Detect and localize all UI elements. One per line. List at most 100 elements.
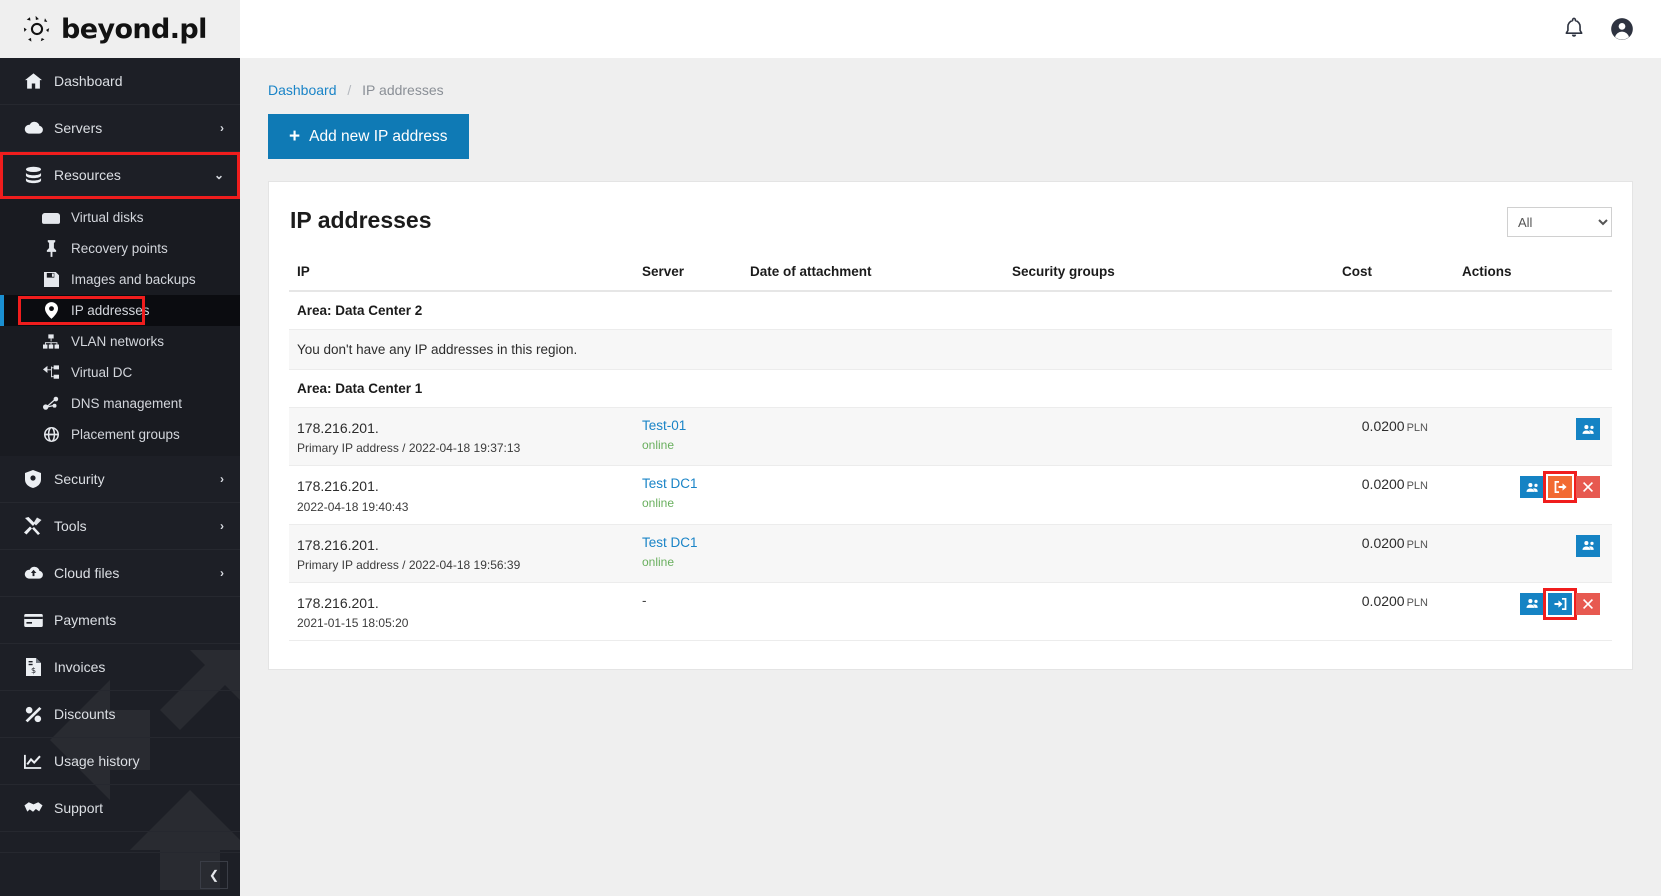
cloud-upload-icon (22, 563, 44, 583)
home-icon (22, 71, 44, 91)
tools-icon (22, 516, 44, 536)
detach-arrow-icon (1554, 481, 1567, 494)
table-row: 178.216.201. Primary IP address / 2022-0… (289, 407, 1612, 467)
chevron-right-icon: › (220, 566, 224, 580)
chevron-right-icon: › (220, 121, 224, 135)
sidebar-item-label: Recovery points (71, 241, 168, 256)
manage-security-groups-button[interactable] (1576, 418, 1600, 440)
delete-ip-button[interactable] (1576, 592, 1600, 615)
server-link[interactable]: Test-01 (642, 418, 734, 433)
sidebar-item-tools[interactable]: Tools › (0, 503, 240, 550)
ip-address-meta: Primary IP address / 2022-04-18 19:56:39 (297, 557, 521, 572)
plus-icon: + (289, 126, 301, 147)
users-icon (1581, 541, 1594, 550)
sidebar-item-dashboard[interactable]: Dashboard (0, 58, 240, 105)
invoice-icon: $ (22, 657, 44, 677)
sidebar-item-label: Support (54, 800, 104, 816)
server-link[interactable]: Test DC1 (642, 476, 734, 491)
sidebar-item-placement-groups[interactable]: Placement groups (0, 419, 240, 450)
users-icon (1525, 482, 1538, 492)
sidebar-item-invoices[interactable]: $ Invoices (0, 644, 240, 691)
cell-actions (1454, 465, 1612, 525)
sidebar-subnav-resources: Virtual disks Recovery points Images and… (0, 199, 240, 456)
server-link[interactable]: Test DC1 (642, 535, 734, 550)
ip-addresses-card: IP addresses All IP Server Date of attac… (268, 181, 1633, 671)
sidebar-collapse-row: ❮ (0, 852, 240, 896)
sidebar-item-usage-history[interactable]: Usage history (0, 738, 240, 785)
sidebar-item-images-and-backups[interactable]: Images and backups (0, 264, 240, 295)
sidebar-item-security[interactable]: Security › (0, 456, 240, 503)
cell-ip: 178.216.201. 2022-04-18 19:40:43 (289, 465, 634, 525)
pin-icon (40, 240, 62, 258)
sidebar-item-ip-addresses[interactable]: IP addresses (0, 295, 240, 326)
sidebar: beyond.pl Dashboard Servers › Resources … (0, 0, 240, 896)
card-header: IP addresses All (289, 202, 1612, 253)
table-row: 178.216.201. Primary IP address / 2022-0… (289, 524, 1612, 583)
brand-name: beyond.pl (61, 13, 207, 45)
sidebar-item-label: DNS management (71, 396, 183, 411)
cost-currency: PLN (1406, 480, 1428, 493)
server-state: online (642, 554, 675, 569)
column-header-date: Date of attachment (742, 253, 1004, 292)
ip-address-meta: 2022-04-18 19:40:43 (297, 499, 409, 514)
cell-server: Test DC1 online (634, 524, 742, 583)
sidebar-item-label: Placement groups (71, 427, 180, 442)
sidebar-item-label: Security (54, 471, 105, 487)
svg-text:$: $ (30, 666, 35, 675)
ip-address-value: 178.216.201. (297, 536, 379, 553)
sidebar-item-label: Virtual DC (71, 365, 133, 380)
ip-address-value: 178.216.201. (297, 478, 379, 495)
table-body: Area: Data Center 2 You don't have any I… (289, 291, 1612, 642)
sidebar-item-resources[interactable]: Resources ⌄ (0, 152, 240, 199)
area-label: Area: Data Center 1 (289, 369, 1612, 408)
sidebar-item-payments[interactable]: Payments (0, 597, 240, 644)
attach-ip-button[interactable] (1543, 587, 1577, 620)
sidebar-item-virtual-disks[interactable]: Virtual disks (0, 202, 240, 233)
action-button-group (1520, 471, 1600, 504)
sidebar-item-label: Usage history (54, 753, 140, 769)
manage-security-groups-button[interactable] (1576, 534, 1600, 557)
cell-actions (1454, 524, 1612, 583)
brand[interactable]: beyond.pl (0, 0, 240, 58)
sidebar-item-discounts[interactable]: Discounts (0, 691, 240, 738)
add-new-ip-address-button[interactable]: + Add new IP address (268, 114, 469, 159)
sidebar-item-virtual-dc[interactable]: Virtual DC (0, 357, 240, 388)
network-icon (40, 333, 62, 351)
cell-ip: 178.216.201. Primary IP address / 2022-0… (289, 524, 634, 583)
area-filter-select[interactable]: All (1507, 207, 1612, 237)
cloud-icon (22, 118, 44, 138)
page-title: IP addresses (290, 207, 432, 233)
sidebar-item-cloud-files[interactable]: Cloud files › (0, 550, 240, 597)
beyond-logo-icon (23, 15, 50, 42)
delete-ip-button[interactable] (1576, 476, 1600, 499)
sidebar-item-recovery-points[interactable]: Recovery points (0, 233, 240, 264)
sidebar-collapse-button[interactable]: ❮ (200, 860, 228, 889)
action-button-group (1576, 534, 1600, 557)
main-area: Dashboard / IP addresses + Add new IP ad… (240, 0, 1661, 896)
detach-ip-button[interactable] (1543, 471, 1577, 504)
cell-security-groups (1004, 582, 1334, 642)
user-avatar-icon[interactable] (1609, 16, 1635, 42)
globe-icon (40, 426, 62, 444)
cost-currency: PLN (1406, 538, 1428, 551)
manage-security-groups-button[interactable] (1520, 476, 1544, 499)
breadcrumb-dashboard-link[interactable]: Dashboard (268, 82, 337, 98)
sidebar-nav: Dashboard Servers › Resources ⌄ Virtual … (0, 58, 240, 852)
server-empty-value: - (642, 592, 647, 608)
sidebar-item-vlan-networks[interactable]: VLAN networks (0, 326, 240, 357)
sidebar-item-servers[interactable]: Servers › (0, 105, 240, 152)
sidebar-item-label: Payments (54, 612, 117, 628)
area-label: Area: Data Center 2 (289, 291, 1612, 330)
bell-icon[interactable] (1561, 16, 1587, 42)
sidebar-item-support[interactable]: Support (0, 785, 240, 832)
cell-ip: 178.216.201. 2021-01-15 18:05:20 (289, 582, 634, 642)
cell-actions (1454, 407, 1612, 467)
manage-security-groups-button[interactable] (1520, 592, 1544, 615)
table-row: 178.216.201. 2021-01-15 18:05:20 - 0.020… (289, 582, 1612, 642)
app-root: beyond.pl Dashboard Servers › Resources … (0, 0, 1661, 896)
sidebar-item-dns-management[interactable]: DNS management (0, 388, 240, 419)
cell-server: Test-01 online (634, 407, 742, 467)
sidebar-item-label: Tools (54, 518, 87, 534)
ip-address-meta: 2021-01-15 18:05:20 (297, 616, 409, 631)
cell-ip: 178.216.201. Primary IP address / 2022-0… (289, 407, 634, 467)
